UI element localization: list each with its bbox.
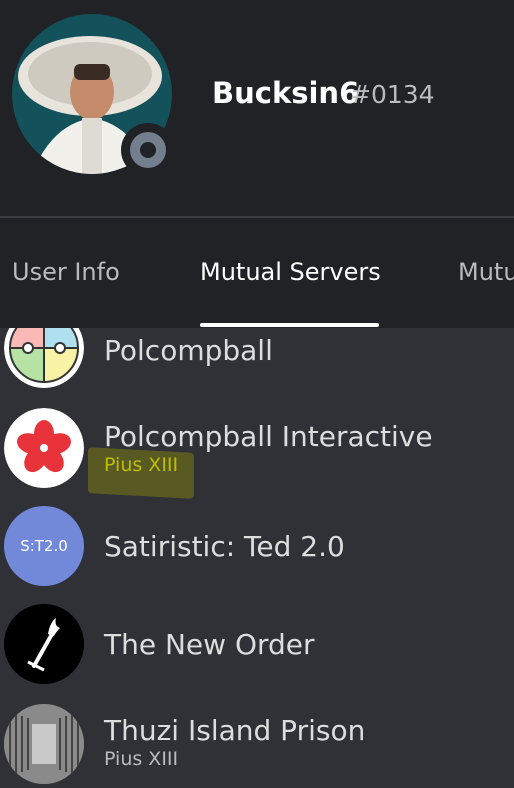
profile-tabs: User Info Mutual Servers Mutu <box>0 218 514 328</box>
tab-mutual-friends[interactable]: Mutu <box>458 258 514 286</box>
highlighter-mark <box>88 447 194 499</box>
server-row-satiristic-ted[interactable]: S:T2.0 Satiristic: Ted 2.0 <box>0 506 514 590</box>
prison-corridor-icon <box>4 704 84 784</box>
profile-header: Bucksin6 #0134 <box>0 0 514 216</box>
polcompball-compass-icon <box>4 328 84 388</box>
server-row-polcompball-interactive[interactable]: Polcompball Interactive Pius XIII <box>0 408 514 492</box>
active-tab-indicator <box>200 323 379 327</box>
server-name: Polcompball Interactive <box>104 420 433 453</box>
server-initials-icon: S:T2.0 <box>4 506 84 586</box>
tab-user-info[interactable]: User Info <box>12 258 120 286</box>
server-row-polcompball[interactable]: Polcompball <box>0 328 514 392</box>
server-name: Thuzi Island Prison <box>104 714 366 747</box>
status-indicator <box>121 123 175 177</box>
server-row-thuzi-island-prison[interactable]: Thuzi Island Prison Pius XIII <box>0 704 514 788</box>
server-row-the-new-order[interactable]: The New Order <box>0 604 514 688</box>
red-flower-icon <box>4 408 84 488</box>
mutual-servers-list: Polcompball Polcompball Interactive Pius… <box>0 328 514 788</box>
server-name: Polcompball <box>104 334 273 367</box>
discriminator: #0134 <box>350 80 435 109</box>
tab-mutual-servers[interactable]: Mutual Servers <box>200 258 381 286</box>
username: Bucksin6 <box>212 76 360 110</box>
torch-icon <box>4 604 84 684</box>
offline-status-icon <box>130 132 166 168</box>
server-name: Satiristic: Ted 2.0 <box>104 530 345 563</box>
server-name: The New Order <box>104 628 315 661</box>
server-nickname: Pius XIII <box>104 748 179 770</box>
